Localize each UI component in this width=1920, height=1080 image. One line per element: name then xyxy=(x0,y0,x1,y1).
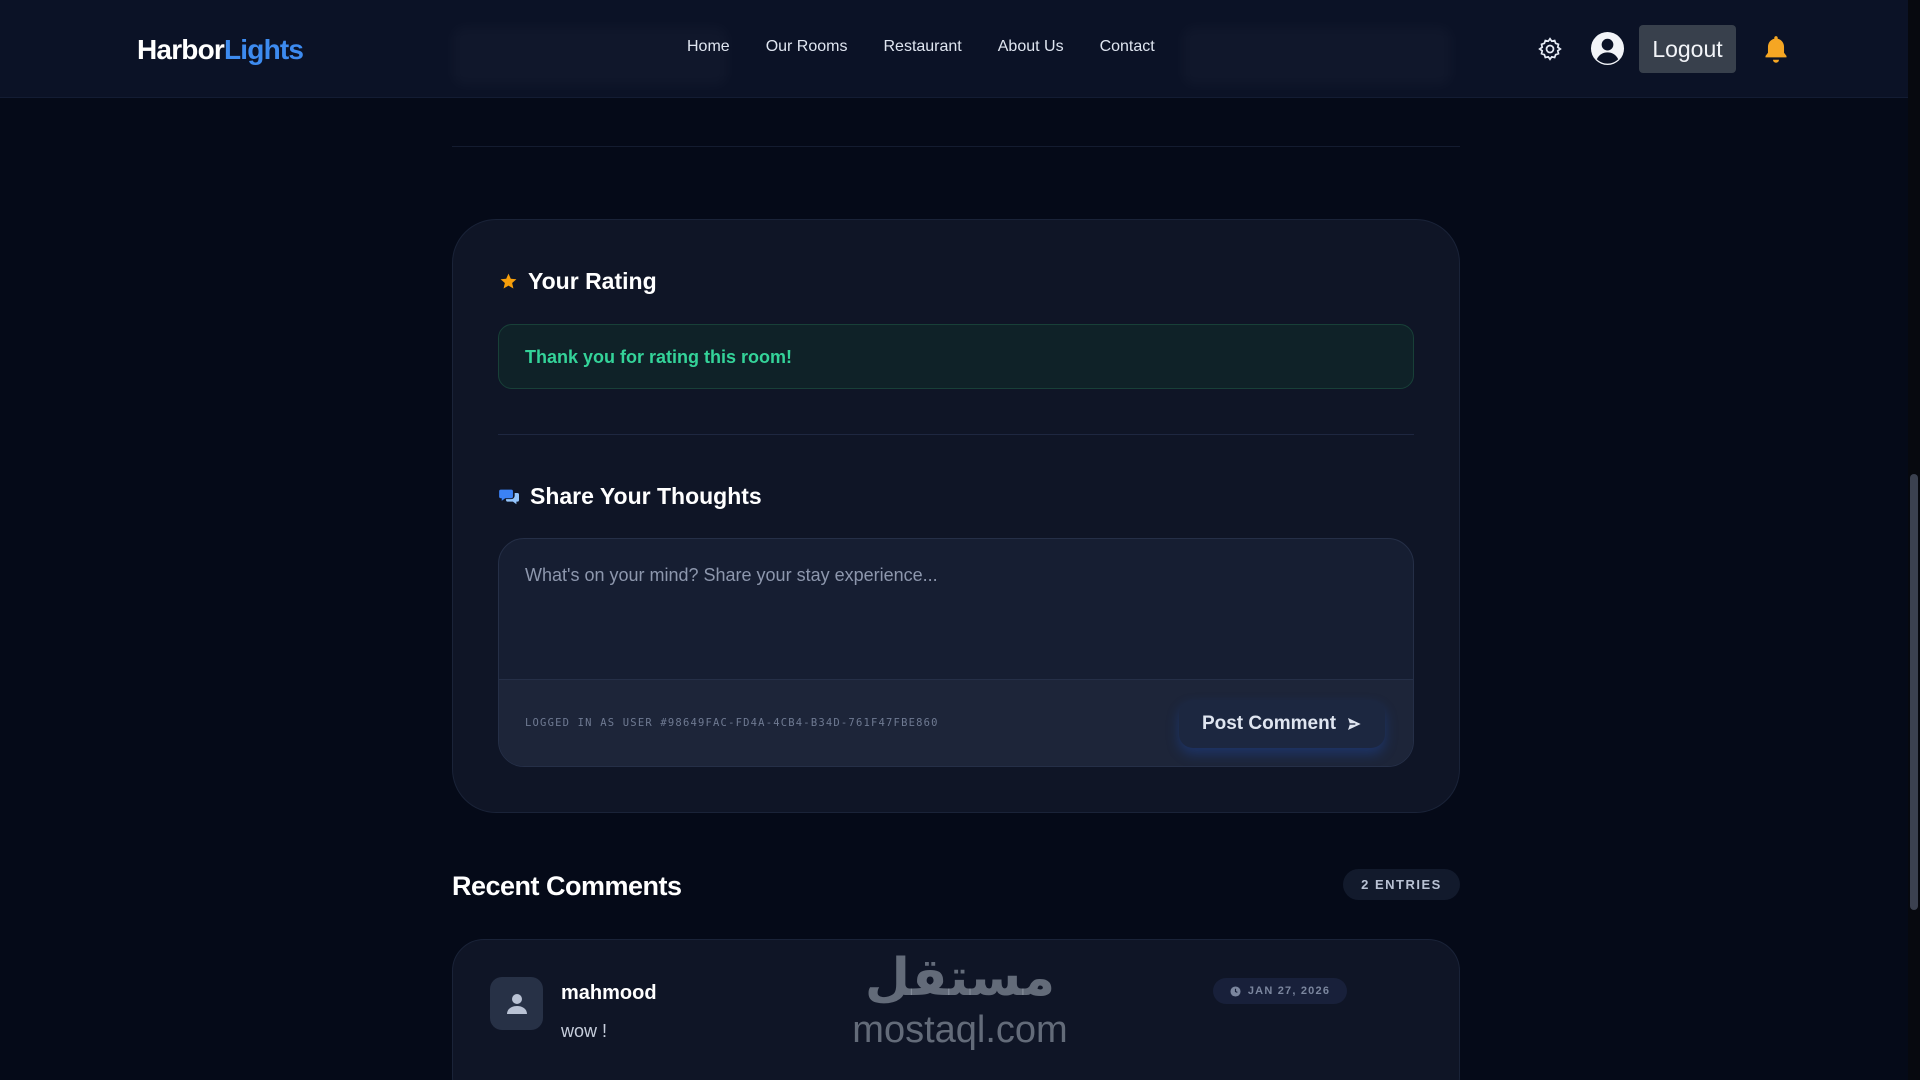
nav-link-contact[interactable]: Contact xyxy=(1100,38,1155,56)
comment-compose-box: LOGGED IN AS USER #98649FAC-FD4A-4CB4-B3… xyxy=(498,538,1414,767)
rating-title-text: Your Rating xyxy=(528,268,657,294)
mostaql-watermark: مستقل mostaql.com xyxy=(843,946,1077,1058)
comment-date: JAN 27, 2026 xyxy=(1247,985,1331,997)
top-navbar: HarborLights Home Our Rooms Restaurant A… xyxy=(0,0,1920,98)
send-icon xyxy=(1348,718,1361,730)
chat-bubbles-icon xyxy=(499,489,519,505)
rating-success-alert: Thank you for rating this room! xyxy=(498,324,1414,389)
user-circle-icon[interactable] xyxy=(1590,31,1625,66)
comment-author: mahmood xyxy=(561,982,657,1004)
post-comment-label: Post Comment xyxy=(1201,713,1337,734)
star-icon xyxy=(500,273,517,289)
avatar xyxy=(490,977,543,1030)
thoughts-title-text: Share Your Thoughts xyxy=(530,483,762,509)
nav-link-restaurant[interactable]: Restaurant xyxy=(883,38,961,56)
blurred-nav-ghost xyxy=(1182,26,1452,86)
feedback-card: Your Rating Thank you for rating this ro… xyxy=(452,219,1460,813)
clock-icon xyxy=(1230,985,1241,997)
brand-name-part2: Lights xyxy=(224,34,304,65)
nav-link-about-us[interactable]: About Us xyxy=(998,38,1064,56)
blurred-nav-ghost xyxy=(452,26,728,86)
entries-count-badge: 2 ENTRIES xyxy=(1343,869,1460,900)
comment-date-badge: JAN 27, 2026 xyxy=(1213,978,1347,1004)
nav-link-our-rooms[interactable]: Our Rooms xyxy=(766,38,848,56)
logout-button[interactable]: Logout xyxy=(1639,25,1736,73)
logged-in-user-label: LOGGED IN AS USER #98649FAC-FD4A-4CB4-B3… xyxy=(525,717,939,729)
brand-logo[interactable]: HarborLights xyxy=(137,34,304,66)
main-nav: Home Our Rooms Restaurant About Us Conta… xyxy=(687,38,1155,56)
comment-compose-footer: LOGGED IN AS USER #98649FAC-FD4A-4CB4-B3… xyxy=(499,679,1413,766)
watermark-arabic: مستقل xyxy=(864,948,1056,1008)
card-divider xyxy=(498,434,1414,435)
thoughts-section-title: Share Your Thoughts xyxy=(499,483,762,510)
recent-comments-title: Recent Comments xyxy=(452,871,682,901)
page-scrollbar-thumb[interactable] xyxy=(1910,474,1918,910)
gear-icon[interactable] xyxy=(1537,36,1563,62)
brand-name-part1: Harbor xyxy=(137,34,225,65)
comment-text: wow ! xyxy=(561,1021,608,1041)
bell-icon[interactable] xyxy=(1763,34,1789,64)
nav-link-home[interactable]: Home xyxy=(687,38,730,56)
user-icon xyxy=(506,993,527,1014)
watermark-latin: mostaql.com xyxy=(852,1009,1068,1051)
post-comment-button[interactable]: Post Comment xyxy=(1179,700,1385,748)
section-divider xyxy=(452,146,1460,147)
comment-textarea[interactable] xyxy=(499,539,1413,679)
rating-section-title: Your Rating xyxy=(499,268,657,295)
